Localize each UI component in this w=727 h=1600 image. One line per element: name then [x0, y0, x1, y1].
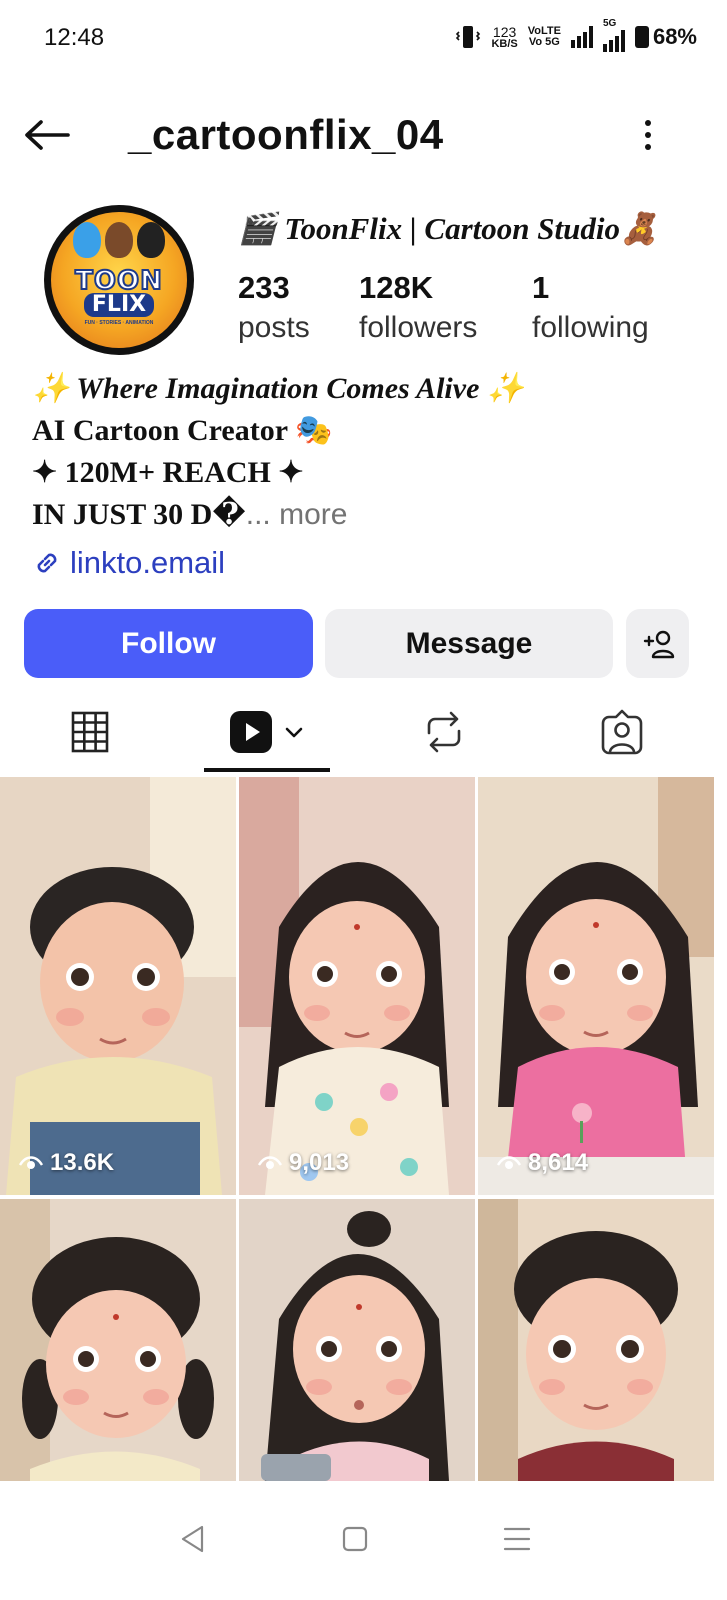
view-count: 13.6K: [18, 1149, 114, 1177]
eye-icon: [18, 1156, 44, 1169]
nav-back-button[interactable]: [163, 1509, 223, 1569]
bio-more-link[interactable]: ... more: [246, 498, 348, 531]
chevron-down-icon: [285, 727, 303, 738]
reel-thumbnail[interactable]: 9,013: [239, 777, 475, 1195]
reel-thumbnail[interactable]: 8,614: [478, 777, 714, 1195]
vibrate-icon: [456, 26, 481, 48]
following-count[interactable]: 1 following: [532, 268, 649, 348]
tab-reposts[interactable]: [402, 690, 486, 774]
bio-line: ✦ 120M+ REACH ✦: [32, 456, 304, 489]
more-options-button[interactable]: [630, 113, 666, 157]
repost-icon: [427, 711, 461, 753]
volte-indicator: VoLTE Vo 5G: [527, 25, 561, 48]
reel-thumbnail[interactable]: [239, 1199, 475, 1481]
reel-image: [0, 777, 236, 1195]
toonflix-logo: TOON FLIX FUN · STORIES · ANIMATION: [51, 212, 187, 348]
status-time: 12:48: [44, 24, 105, 51]
message-button[interactable]: Message: [325, 609, 613, 678]
signal-5g-icon: 5G: [602, 18, 625, 52]
reel-image: [239, 1199, 475, 1481]
reel-image: [478, 1199, 714, 1481]
tab-reels[interactable]: [204, 690, 330, 774]
nav-recents-button[interactable]: [487, 1509, 547, 1569]
arrow-left-icon: [25, 120, 70, 150]
status-icons: 123 KB/S VoLTE Vo 5G 5G 68%: [455, 18, 697, 52]
back-button[interactable]: [22, 113, 72, 157]
eye-icon: [257, 1156, 283, 1169]
reel-image: [0, 1199, 236, 1481]
reel-thumbnail[interactable]: 13.6K: [0, 777, 236, 1195]
reels-grid: 13.6K 9,013 8,614: [0, 777, 727, 1481]
triangle-back-icon: [181, 1525, 204, 1553]
view-count: 9,013: [257, 1149, 349, 1177]
reel-image: [239, 777, 475, 1195]
eye-icon: [496, 1156, 522, 1169]
profile-bio: ✨ Where Imagination Comes Alive ✨ AI Car…: [32, 368, 524, 536]
link-icon: [37, 553, 57, 573]
suggested-users-button[interactable]: [626, 609, 689, 678]
followers-count[interactable]: 128K followers: [359, 268, 532, 348]
system-navigation-bar: [0, 1481, 727, 1600]
display-name: 🎬 ToonFlix | Cartoon Studio🧸: [238, 211, 659, 246]
bio-line: ✨ Where Imagination Comes Alive ✨: [32, 372, 525, 405]
profile-username: _cartoonflix_04: [128, 111, 444, 158]
grid-icon: [71, 711, 109, 753]
signal-icon: [570, 26, 593, 48]
bio-line: IN JUST 30 D�: [32, 498, 246, 531]
profile-stats: 233 posts 128K followers 1 following: [238, 268, 649, 348]
reels-icon: [230, 711, 272, 753]
profile-link[interactable]: linkto.email: [32, 545, 225, 581]
tagged-person-icon: [601, 709, 643, 755]
kebab-icon: [645, 120, 651, 126]
reel-thumbnail[interactable]: [0, 1199, 236, 1481]
posts-count[interactable]: 233 posts: [238, 268, 359, 348]
follow-button[interactable]: Follow: [24, 609, 313, 678]
battery-icon: [634, 26, 649, 48]
tab-tagged[interactable]: [580, 690, 664, 774]
tab-posts[interactable]: [48, 690, 132, 774]
menu-lines-icon: [503, 1527, 531, 1551]
square-home-icon: [342, 1526, 368, 1552]
battery-indicator: 68%: [634, 24, 697, 50]
profile-avatar[interactable]: TOON FLIX FUN · STORIES · ANIMATION: [44, 205, 194, 355]
profile-tabs: [0, 690, 727, 774]
profile-header: _cartoonflix_04: [0, 95, 727, 175]
reel-thumbnail[interactable]: [478, 1199, 714, 1481]
bio-line: AI Cartoon Creator 🎭: [32, 414, 333, 447]
nav-home-button[interactable]: [325, 1509, 385, 1569]
status-bar: 12:48 123 KB/S VoLTE Vo 5G 5G 68%: [0, 0, 727, 80]
link-text: linkto.email: [70, 545, 226, 580]
reel-image: [478, 777, 714, 1195]
active-tab-indicator: [204, 768, 330, 772]
view-count: 8,614: [496, 1149, 588, 1177]
add-person-icon: [643, 630, 674, 658]
net-speed: 123 KB/S: [491, 23, 518, 50]
